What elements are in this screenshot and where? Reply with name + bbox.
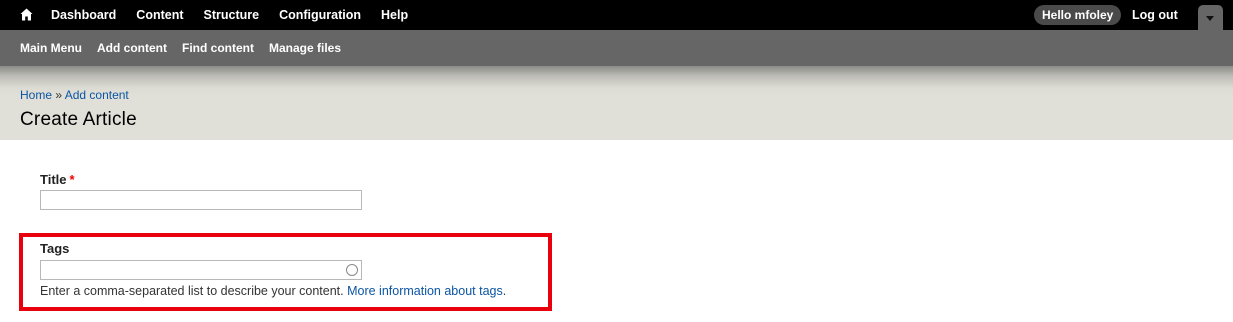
shortcut-find-content[interactable]: Find content [182, 41, 254, 55]
tags-highlight-box [19, 233, 552, 311]
title-label-text: Title [40, 172, 67, 187]
shortcuts-toggle-button[interactable] [1198, 5, 1223, 30]
greeting-prefix: Hello [1042, 8, 1075, 22]
home-icon[interactable] [20, 8, 33, 21]
shortcuts-bar: Main Menu Add content Find content Manag… [0, 30, 1233, 66]
toolbar-item-dashboard[interactable]: Dashboard [51, 8, 116, 22]
page-title: Create Article [20, 109, 137, 130]
user-greeting[interactable]: Hello mfoley [1034, 5, 1122, 25]
toolbar-item-structure[interactable]: Structure [204, 8, 260, 22]
toolbar-menu: Dashboard Content Structure Configuratio… [51, 0, 428, 30]
toolbar-item-help[interactable]: Help [381, 8, 408, 22]
page-header: Home » Add content Create Article [0, 66, 1233, 140]
shortcut-add-content[interactable]: Add content [97, 41, 167, 55]
shortcut-main-menu[interactable]: Main Menu [20, 41, 82, 55]
username: mfoley [1074, 8, 1114, 22]
admin-toolbar: Dashboard Content Structure Configuratio… [0, 0, 1233, 30]
breadcrumb-separator: » [52, 88, 65, 102]
breadcrumb-home[interactable]: Home [20, 88, 52, 102]
title-field-label: Title * [40, 172, 75, 187]
toolbar-item-configuration[interactable]: Configuration [279, 8, 361, 22]
shortcut-manage-files[interactable]: Manage files [269, 41, 341, 55]
toolbar-item-content[interactable]: Content [136, 8, 183, 22]
breadcrumb-add-content[interactable]: Add content [65, 88, 129, 102]
logout-link[interactable]: Log out [1132, 0, 1178, 30]
chevron-down-icon [1206, 16, 1214, 21]
breadcrumb: Home » Add content [20, 88, 129, 102]
required-marker: * [69, 172, 75, 187]
title-input[interactable] [40, 190, 362, 210]
